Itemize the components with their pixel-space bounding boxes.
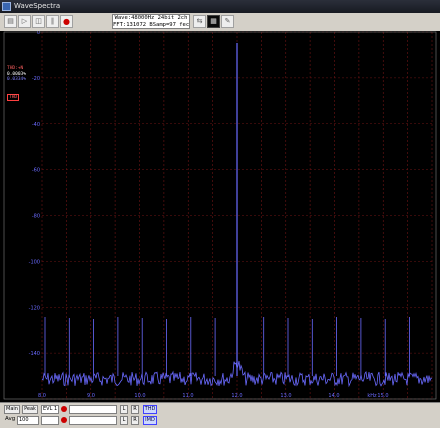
- window-title: WaveSpectra: [14, 2, 61, 10]
- x-tick-label: 12.0: [231, 393, 242, 399]
- avg-indicator-icon: [61, 417, 67, 423]
- legend-value-2: 0.0334%: [7, 77, 26, 82]
- y-axis-labels: 0-20-40-60-80-100-120-140: [29, 30, 40, 357]
- imd-button[interactable]: IMD: [143, 416, 157, 425]
- graph-icon[interactable]: ▦: [207, 15, 220, 28]
- x-tick-label: 9.0: [87, 393, 95, 399]
- wavespectra-window: WaveSpectra ▤ ▷ ◫ ∥ ● Wave:48000Hz 24bit…: [0, 0, 440, 428]
- level-input-1[interactable]: [69, 405, 117, 414]
- left-channel-button-2[interactable]: L: [120, 416, 128, 425]
- x-tick-label: 14.0: [328, 393, 339, 399]
- right-channel-button-2[interactable]: R: [131, 416, 139, 425]
- settings-icon[interactable]: ⇆: [193, 15, 206, 28]
- wave-info-display: Wave:48000Hz 24bit 2ch FFT:131072 BSamp=…: [112, 14, 190, 29]
- y-tick-label: -20: [32, 76, 40, 82]
- x-tick-label: 15.0: [377, 393, 388, 399]
- x-tick-label: kHz: [367, 393, 377, 399]
- wave-format-text: Wave:48000Hz 24bit 2ch: [114, 15, 188, 21]
- x-tick-label: 8.0: [38, 393, 46, 399]
- open-file-icon[interactable]: ▤: [4, 15, 17, 28]
- thd-legend: THD:+N 0.0003% 0.0334% THD: [7, 66, 27, 102]
- y-tick-label: -40: [32, 122, 40, 128]
- harmonic-peaks: [44, 317, 410, 376]
- pause-icon[interactable]: ∥: [46, 15, 59, 28]
- record-icon[interactable]: ●: [60, 15, 73, 28]
- app-icon: [2, 2, 11, 11]
- avg-mode-select[interactable]: [41, 416, 59, 425]
- thd-button[interactable]: THD: [143, 405, 157, 414]
- fft-setting-text: FFT:131072 BSamp=97 fec: [113, 22, 189, 28]
- spectrum-display: 0 -20 -40 -60 -80 -100 -120 -140 8.0 9.0 10.0 11.0…: [0, 30, 440, 402]
- y-tick-label: -100: [29, 259, 40, 265]
- main-button[interactable]: Main: [4, 405, 20, 414]
- level-input-2[interactable]: [69, 416, 117, 425]
- control-panel: Main Peak EVL 1 L R THD Avg 100 L R IMD: [0, 402, 440, 428]
- y-tick-label: -120: [29, 305, 40, 311]
- x-axis-labels: 8.0 9.0 10.0 11.0 12.0 13.0 14.0 kHz 15.0: [38, 393, 389, 399]
- y-tick-label: -140: [29, 351, 40, 357]
- right-channel-button[interactable]: R: [131, 405, 139, 414]
- y-tick-label: -80: [32, 214, 40, 220]
- legend-thd: THD: [7, 93, 20, 101]
- toolbar: ▤ ▷ ◫ ∥ ● Wave:48000Hz 24bit 2ch FFT:131…: [0, 13, 440, 32]
- x-tick-label: 10.0: [134, 393, 145, 399]
- avg-count-select[interactable]: 100: [17, 416, 39, 425]
- tools-icon[interactable]: ✎: [221, 15, 234, 28]
- title-bar: WaveSpectra: [0, 0, 440, 13]
- peak-button[interactable]: Peak: [22, 405, 38, 414]
- mode-select[interactable]: EVL 1: [41, 405, 59, 414]
- spectrum-graph: 0-20-40-60-80-100-120-140 8.0 9.0 10.0 11.0…: [3, 30, 437, 400]
- y-tick-label: -60: [32, 168, 40, 174]
- left-channel-button[interactable]: L: [120, 405, 128, 414]
- play-icon[interactable]: ▷: [18, 15, 31, 28]
- stop-icon[interactable]: ◫: [32, 15, 45, 28]
- mode-indicator-icon: [61, 406, 67, 412]
- x-tick-label: 13.0: [280, 393, 291, 399]
- avg-label: Avg: [5, 416, 16, 422]
- x-tick-label: 11.0: [182, 393, 193, 399]
